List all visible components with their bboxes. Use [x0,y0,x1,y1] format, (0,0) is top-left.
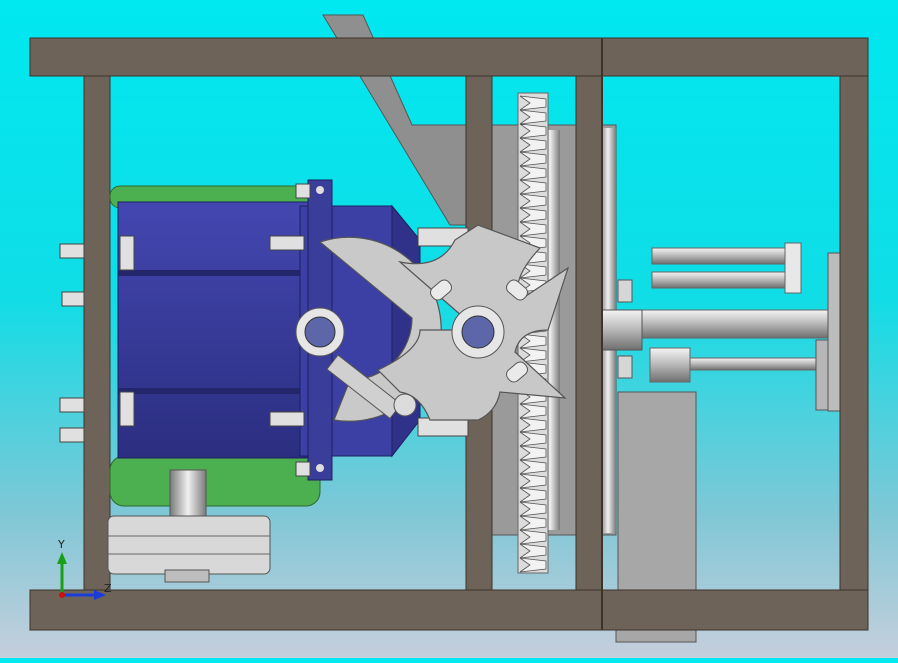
y-axis-label: Y [57,538,65,551]
gear-motor [117,179,421,481]
z-axis-label: Z [104,582,112,595]
rod-assembly [599,242,869,412]
assembly-drawing: Y Z [29,14,869,643]
cad-viewport[interactable]: Y Z [0,0,898,658]
x-axis-dot [59,592,65,598]
